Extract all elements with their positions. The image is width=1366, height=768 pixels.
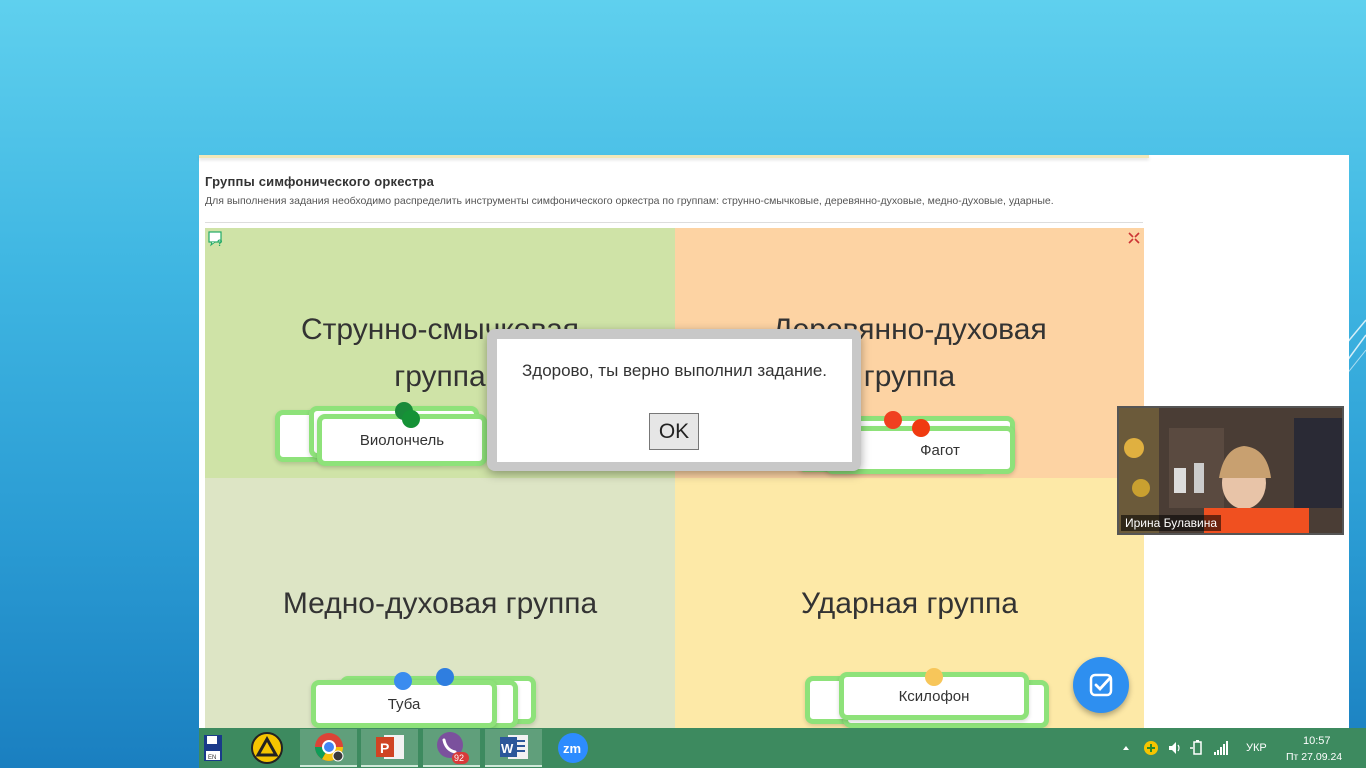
taskbar-viber-app[interactable]: 92 — [423, 729, 480, 767]
card-label: Фагот — [920, 441, 960, 459]
input-language[interactable]: УКР — [1246, 742, 1267, 754]
word-letter: W — [501, 741, 514, 756]
chrome-icon — [314, 733, 343, 762]
taskbar-word-app[interactable]: W — [485, 729, 542, 767]
page-top-bar — [199, 155, 1149, 158]
fullscreen-icon[interactable] — [1128, 232, 1140, 244]
result-dialog: Здорово, ты верно выполнил задание. OK — [487, 329, 861, 471]
red-pin — [884, 411, 902, 429]
viber-icon: 92 — [436, 732, 469, 764]
sorting-board: Струнно-смычковая группа Деревянно-духов… — [205, 228, 1144, 728]
floppy-label: EN — [208, 755, 216, 761]
viber-badge: 92 — [454, 753, 464, 763]
card-label: Ксилофон — [898, 687, 970, 705]
percussion-group-title: Ударная группа — [801, 587, 1018, 620]
check-answers-button[interactable] — [1073, 657, 1129, 713]
clock-date[interactable]: Пт 27.09.24 — [1286, 751, 1342, 763]
ok-button[interactable]: OK — [649, 413, 699, 450]
taskbar-floppy-app[interactable]: EN — [193, 729, 233, 767]
card-label: Туба — [387, 695, 421, 713]
participant-name: Ирина Булавина — [1121, 515, 1222, 531]
taskbar-chrome-app[interactable] — [300, 729, 357, 767]
help-icon[interactable]: ? — [208, 231, 224, 247]
dialog-message: Здорово, ты верно выполнил задание. — [522, 361, 828, 380]
zoom-icon: zm — [557, 733, 588, 763]
network-signal-icon[interactable] — [1213, 740, 1229, 756]
check-icon — [1089, 673, 1113, 697]
card-label: Виолончель — [359, 431, 445, 449]
task-description: Для выполнения задания необходимо распре… — [205, 195, 1054, 207]
tray-app-icon[interactable] — [1143, 740, 1159, 756]
task-title: Группы симфонического оркестра — [205, 174, 435, 189]
zoom-label: zm — [563, 741, 581, 756]
battery-icon[interactable] — [1189, 740, 1205, 756]
video-participant-tile[interactable]: Ирина Булавина — [1117, 406, 1344, 535]
blue-pin — [394, 672, 412, 690]
divider — [205, 222, 1143, 223]
blue-pin — [436, 668, 454, 686]
taskbar: EN P 92 W zm УКР 10:57 Пт 27.09.24 — [199, 728, 1366, 768]
powerpoint-icon: P — [375, 735, 404, 759]
tray-expand-icon[interactable] — [1122, 744, 1130, 752]
yellow-pin — [925, 668, 943, 686]
svg-text:?: ? — [217, 238, 223, 247]
brass-group-title: Медно-духовая группа — [282, 587, 598, 620]
volume-icon[interactable] — [1167, 740, 1183, 756]
green-pin — [402, 410, 420, 428]
taskbar-zoom-app[interactable]: zm — [544, 729, 601, 767]
launcher-icon — [250, 732, 283, 764]
dialog-body: Здорово, ты верно выполнил задание. OK — [497, 339, 852, 462]
red-pin — [912, 419, 930, 437]
taskbar-launcher-app[interactable] — [238, 729, 295, 767]
floppy-icon: EN — [204, 735, 222, 761]
powerpoint-letter: P — [380, 740, 389, 756]
word-icon: W — [499, 735, 528, 759]
taskbar-powerpoint-app[interactable]: P — [361, 729, 418, 767]
clock-time[interactable]: 10:57 — [1303, 735, 1331, 747]
